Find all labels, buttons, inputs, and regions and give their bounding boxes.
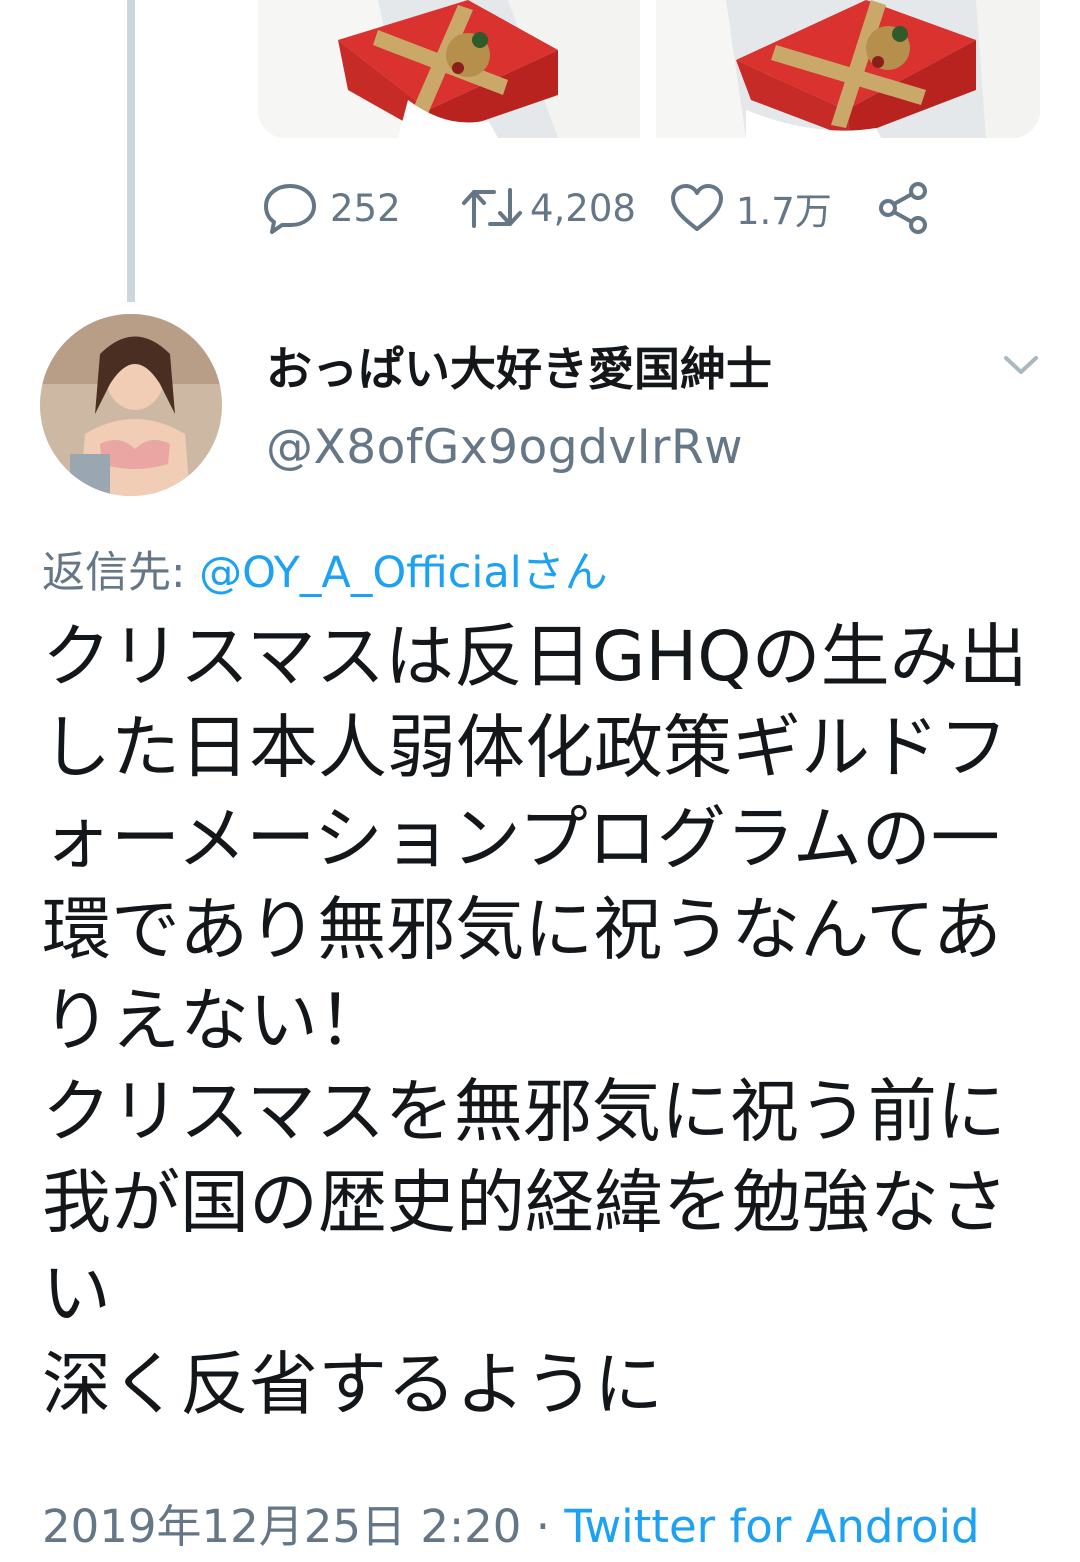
retweet-icon bbox=[462, 188, 522, 228]
retweet-button[interactable]: 4,208 bbox=[460, 178, 636, 238]
reply-to-prefix: 返信先: bbox=[42, 548, 200, 598]
like-button[interactable]: 1.7万 bbox=[670, 178, 832, 238]
like-count: 1.7万 bbox=[736, 190, 832, 233]
thread-connector-line bbox=[127, 0, 135, 302]
reply-button[interactable]: 252 bbox=[262, 178, 401, 238]
retweet-count: 4,208 bbox=[530, 186, 636, 230]
tweet-media-image-2[interactable] bbox=[656, 0, 1040, 138]
author-handle[interactable]: @X8ofGx9ogdvIrRw bbox=[266, 420, 743, 475]
avatar[interactable] bbox=[40, 314, 222, 496]
tweet-text: クリスマスは反日GHQの生み出した日本人弱体化政策ギルドフォーメーションプログラ… bbox=[42, 617, 1028, 1425]
author-display-name[interactable]: おっぱい大好き愛国紳士 bbox=[266, 333, 772, 399]
tweet-media-image-1[interactable] bbox=[258, 0, 640, 138]
tweet-timestamp[interactable]: 2019年12月25日 2:20 bbox=[42, 1500, 521, 1553]
reply-icon bbox=[264, 184, 316, 234]
tweet-source-link[interactable]: Twitter for Android bbox=[564, 1500, 979, 1553]
tweet-action-bar: 252 4,208 1.7万 bbox=[262, 178, 962, 238]
share-icon bbox=[879, 182, 927, 234]
tweet-detail-view: 252 4,208 1.7万 おっぱい大好き愛国紳士 @X8ofGx9ogdvI… bbox=[0, 0, 1080, 1562]
reply-to-mention[interactable]: @OY_A_Officialさん bbox=[199, 548, 607, 598]
tweet-menu-button[interactable] bbox=[996, 340, 1046, 390]
heart-icon bbox=[671, 184, 723, 231]
reply-count: 252 bbox=[330, 186, 401, 230]
tweet-metadata: 2019年12月25日 2:20 · Twitter for Android bbox=[42, 1490, 980, 1555]
share-button[interactable] bbox=[876, 178, 930, 238]
reply-to-line: 返信先: @OY_A_Officialさん bbox=[42, 538, 608, 600]
chevron-down-icon bbox=[1004, 356, 1038, 374]
meta-separator: · bbox=[521, 1500, 565, 1553]
